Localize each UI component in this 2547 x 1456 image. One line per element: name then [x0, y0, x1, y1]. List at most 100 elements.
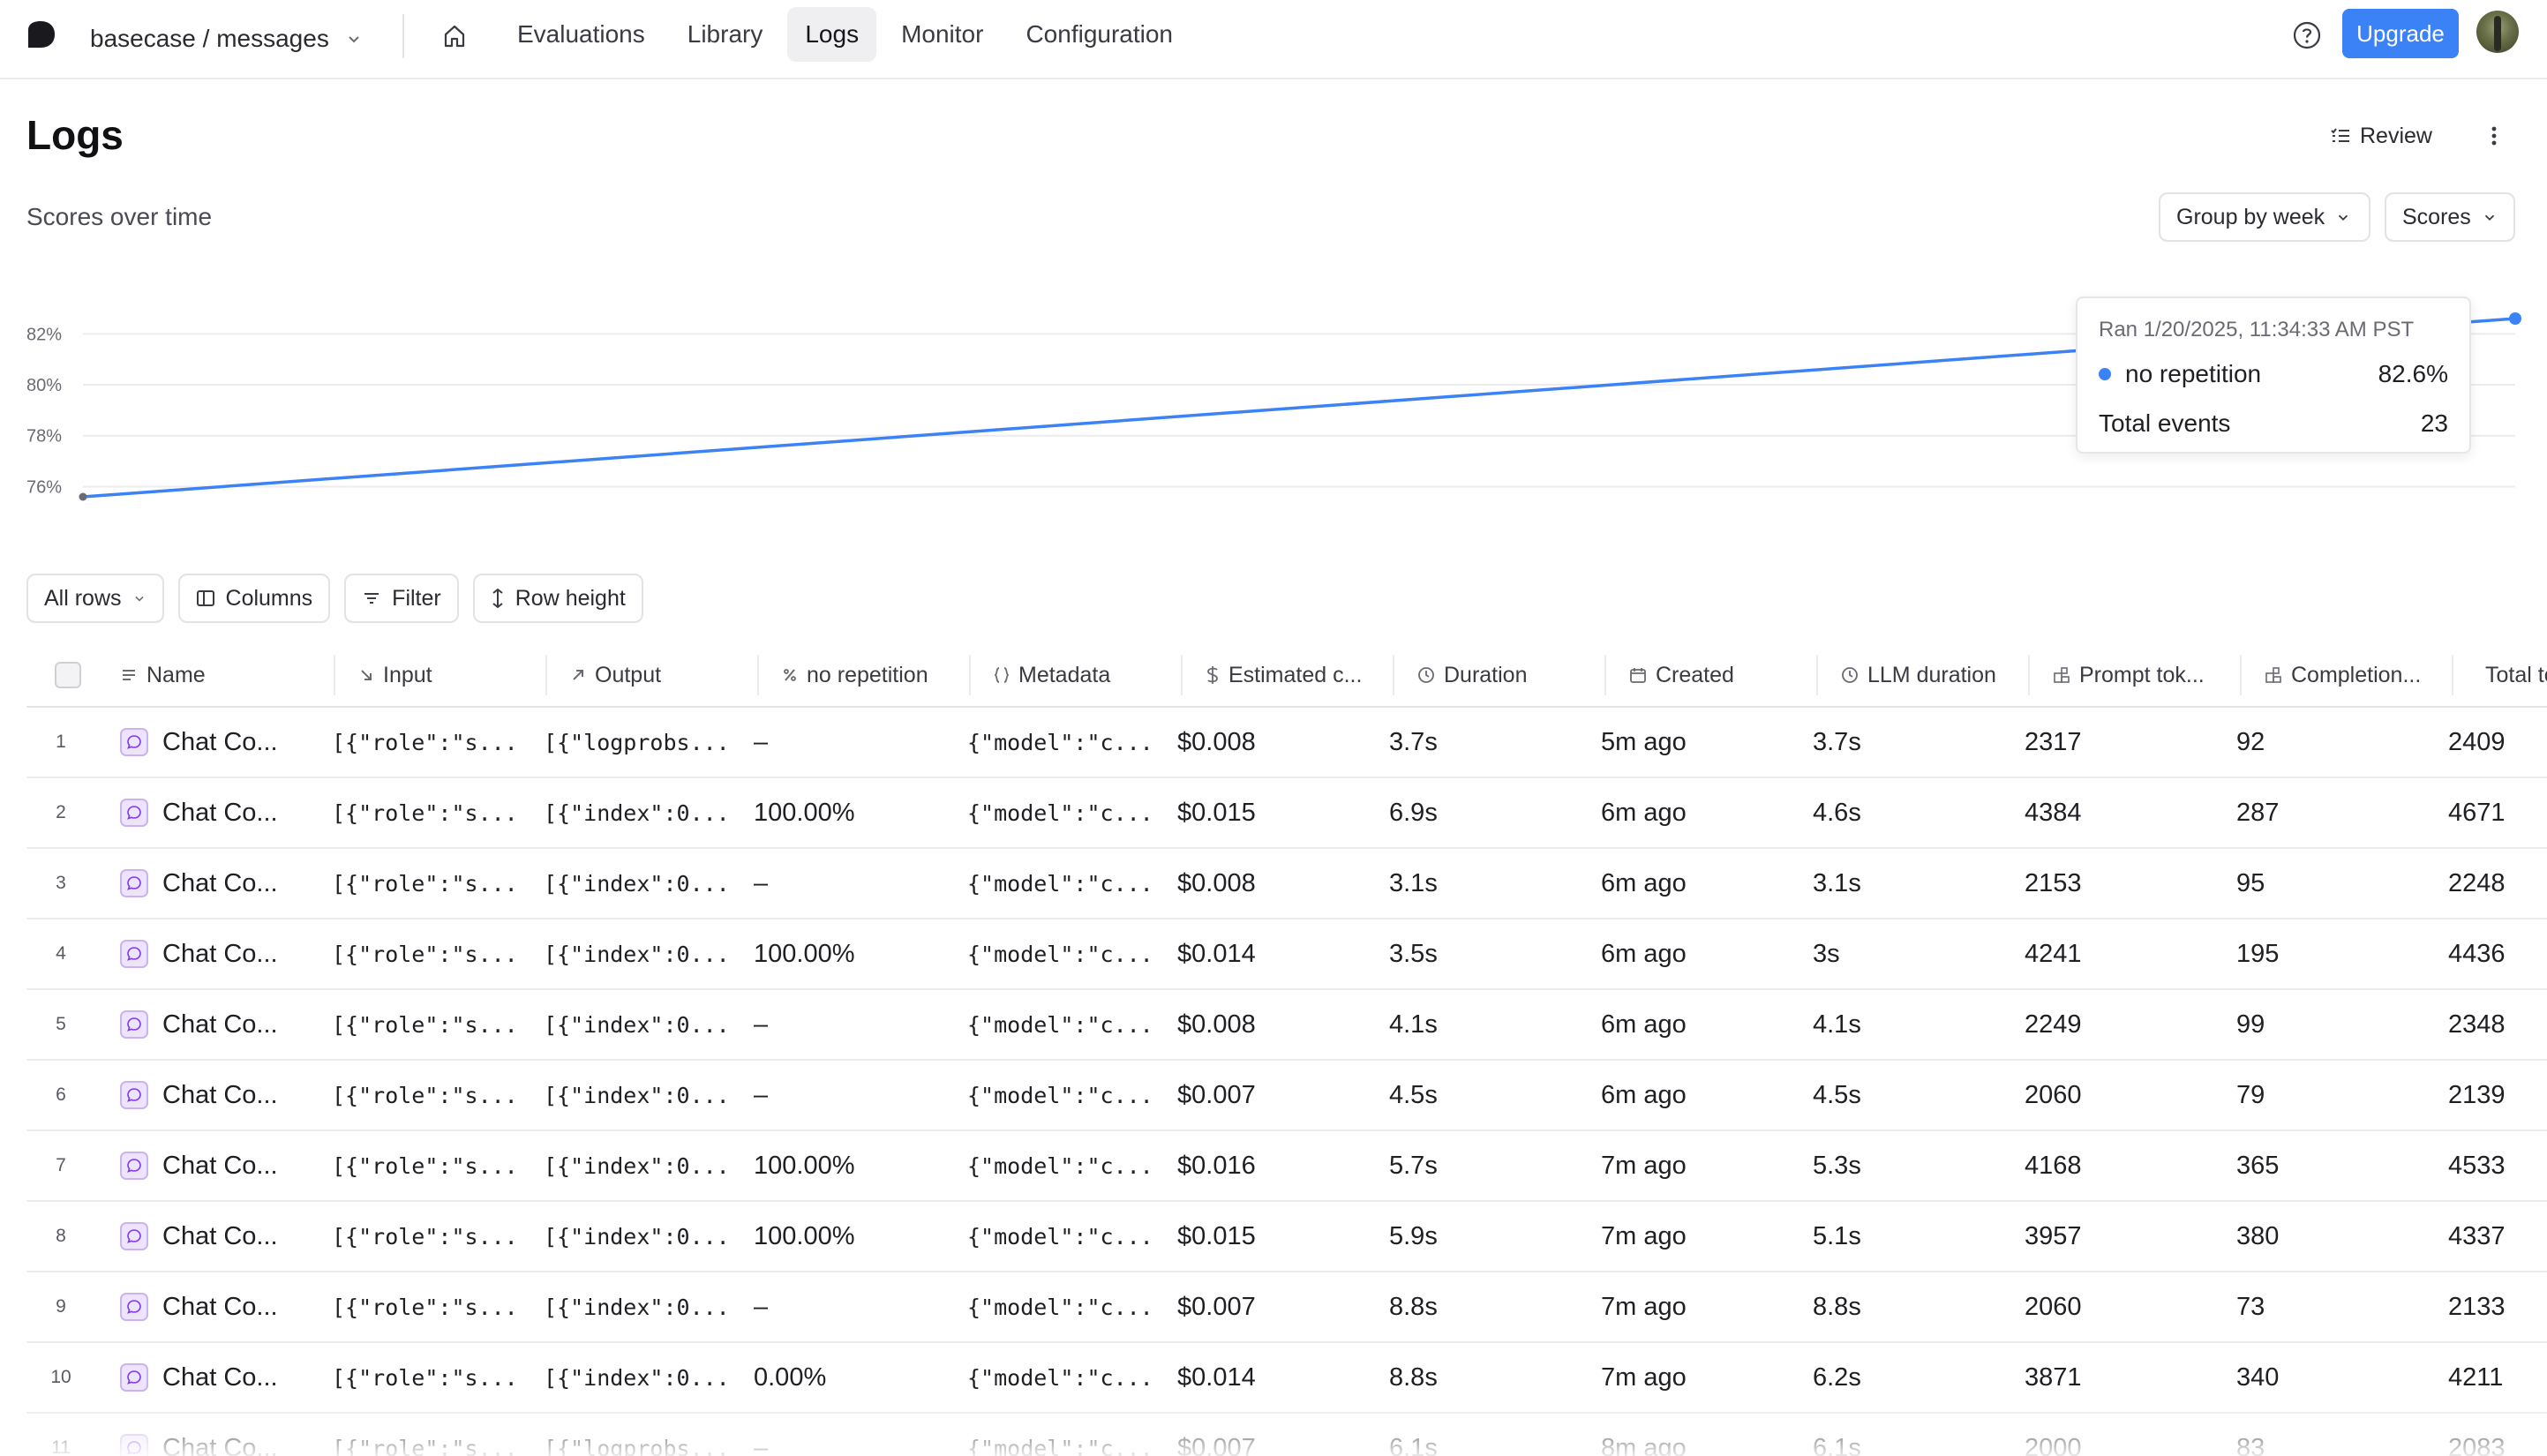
column-header-prompt-tokens[interactable]: Prompt tok... — [2030, 642, 2242, 708]
table-row[interactable]: 8 Chat Co... [{"role":"s... [{"index":0... 1… — [26, 1202, 2547, 1272]
cell-completion-tokens: 287 — [2236, 798, 2280, 827]
cell-prompt-tokens: 2317 — [2025, 727, 2082, 756]
main-nav: Evaluations Library Logs Monitor Configu… — [500, 7, 1191, 62]
cell-total-tokens: 4436 — [2448, 939, 2506, 968]
column-label: Output — [595, 662, 662, 687]
cell-output: [{"index":0... — [544, 941, 730, 967]
nav-configuration[interactable]: Configuration — [1008, 7, 1191, 62]
cell-estimated-cost: $0.015 — [1177, 1221, 1256, 1250]
cell-prompt-tokens: 3957 — [2025, 1221, 2082, 1250]
cell-created: 7m ago — [1601, 1292, 1687, 1321]
table-row[interactable]: 3 Chat Co... [{"role":"s... [{"index":0... –… — [26, 849, 2547, 919]
cell-completion-tokens: 195 — [2236, 939, 2280, 968]
app-logo-icon[interactable] — [25, 18, 58, 51]
column-header-metadata[interactable]: Metadata — [971, 642, 1183, 708]
cell-output: [{"index":0... — [544, 1011, 730, 1038]
group-by-dropdown[interactable]: Group by week — [2159, 192, 2370, 242]
row-index: 10 — [50, 1367, 71, 1387]
filter-button[interactable]: Filter — [344, 574, 459, 623]
table-row[interactable]: 7 Chat Co... [{"role":"s... [{"index":0... 1… — [26, 1131, 2547, 1202]
table-row[interactable]: 4 Chat Co... [{"role":"s... [{"index":0... 1… — [26, 919, 2547, 990]
select-all-checkbox[interactable] — [55, 662, 81, 688]
more-options-button[interactable] — [2476, 118, 2512, 154]
home-button[interactable] — [436, 18, 473, 55]
nav-library[interactable]: Library — [670, 7, 781, 62]
table-toolbar: All rows Columns Filter Row height — [26, 574, 643, 623]
table-row[interactable]: 1 Chat Co... [{"role":"s... [{"logprobs... –… — [26, 708, 2547, 778]
column-header-no-repetition[interactable]: no repetition — [759, 642, 971, 708]
cell-llm-duration: 3.1s — [1813, 868, 1861, 897]
table-row[interactable]: 2 Chat Co... [{"role":"s... [{"index":0... 1… — [26, 778, 2547, 849]
cell-no-repetition: – — [754, 727, 769, 756]
cell-completion-tokens: 365 — [2236, 1151, 2280, 1180]
column-header-input[interactable]: Input — [335, 642, 547, 708]
nav-divider — [402, 14, 404, 58]
arrow-up-right-icon — [573, 670, 583, 680]
table-row[interactable]: 11 Chat Co... [{"role":"s... [{"logprobs...… — [26, 1414, 2547, 1456]
columns-button[interactable]: Columns — [177, 574, 331, 623]
cell-input: [{"role":"s... — [332, 799, 518, 826]
table-row[interactable]: 6 Chat Co... [{"role":"s... [{"index":0... –… — [26, 1061, 2547, 1131]
chevron-down-icon — [134, 596, 144, 602]
cell-llm-duration: 5.1s — [1813, 1221, 1861, 1250]
cell-total-tokens: 2348 — [2448, 1009, 2506, 1039]
cell-input: [{"role":"s... — [332, 1152, 518, 1179]
cell-estimated-cost: $0.008 — [1177, 1009, 1256, 1039]
table-row[interactable]: 5 Chat Co... [{"role":"s... [{"index":0... –… — [26, 990, 2547, 1061]
all-rows-dropdown[interactable]: All rows — [26, 574, 164, 623]
column-header-output[interactable]: Output — [547, 642, 759, 708]
user-avatar[interactable] — [2476, 11, 2519, 53]
cell-estimated-cost: $0.014 — [1177, 939, 1256, 968]
row-height-button[interactable]: Row height — [472, 574, 643, 623]
cell-input: [{"role":"s... — [332, 1082, 518, 1108]
cell-no-repetition: 100.00% — [754, 1221, 855, 1250]
column-header-estimated-cost[interactable]: Estimated c... — [1183, 642, 1394, 708]
cell-estimated-cost: $0.016 — [1177, 1151, 1256, 1180]
help-button[interactable] — [2289, 18, 2325, 53]
filter-label: Filter — [392, 585, 441, 611]
cell-name-text: Chat Co... — [162, 939, 278, 968]
cell-name-text: Chat Co... — [162, 1221, 278, 1250]
cell-output: [{"index":0... — [544, 1152, 730, 1179]
top-navigation-bar: basecase / messages Evaluations Library … — [0, 0, 2547, 79]
column-header-created[interactable]: Created — [1606, 642, 1818, 708]
percent-icon — [784, 669, 796, 681]
review-button[interactable]: Review — [2330, 118, 2432, 154]
column-header-completion-tokens[interactable]: Completion... — [2242, 642, 2453, 708]
filter-icon — [364, 593, 379, 604]
cell-llm-duration: 6.2s — [1813, 1362, 1861, 1392]
cell-name: Chat Co... — [120, 1272, 278, 1341]
upgrade-button[interactable]: Upgrade — [2342, 9, 2459, 58]
cell-metadata: {"model":"c... — [967, 799, 1153, 826]
cell-completion-tokens: 83 — [2236, 1433, 2265, 1456]
cell-completion-tokens: 95 — [2236, 868, 2265, 897]
cell-name-text: Chat Co... — [162, 1362, 278, 1392]
nav-evaluations[interactable]: Evaluations — [500, 7, 663, 62]
nav-monitor[interactable]: Monitor — [883, 7, 1001, 62]
cell-llm-duration: 4.1s — [1813, 1009, 1861, 1039]
cell-created: 5m ago — [1601, 727, 1687, 756]
project-switcher[interactable]: basecase / messages — [90, 19, 363, 58]
cell-metadata: {"model":"c... — [967, 1364, 1153, 1391]
cell-prompt-tokens: 2000 — [2025, 1433, 2082, 1456]
column-header-name[interactable]: Name — [120, 642, 335, 708]
chat-bubble-icon — [120, 1222, 148, 1250]
column-label: Total to — [2485, 662, 2547, 687]
cell-llm-duration: 3.7s — [1813, 727, 1861, 756]
tooltip-total-value: 23 — [2420, 409, 2448, 437]
data-point[interactable] — [2509, 312, 2521, 325]
table-row[interactable]: 9 Chat Co... [{"role":"s... [{"index":0... –… — [26, 1272, 2547, 1343]
table-row[interactable]: 10 Chat Co... [{"role":"s... [{"index":0...… — [26, 1343, 2547, 1414]
data-point[interactable] — [79, 492, 87, 501]
cell-input: [{"role":"s... — [332, 870, 518, 897]
cell-estimated-cost: $0.007 — [1177, 1292, 1256, 1321]
column-header-duration[interactable]: Duration — [1394, 642, 1606, 708]
cell-no-repetition: 100.00% — [754, 939, 855, 968]
chevron-down-icon — [2339, 214, 2348, 221]
column-header-total-tokens[interactable]: Total to — [2453, 642, 2547, 708]
cell-no-repetition: 0.00% — [754, 1362, 827, 1392]
nav-logs[interactable]: Logs — [787, 7, 877, 62]
cell-name: Chat Co... — [120, 990, 278, 1059]
scores-dropdown[interactable]: Scores — [2385, 192, 2515, 242]
column-header-llm-duration[interactable]: LLM duration — [1818, 642, 2030, 708]
